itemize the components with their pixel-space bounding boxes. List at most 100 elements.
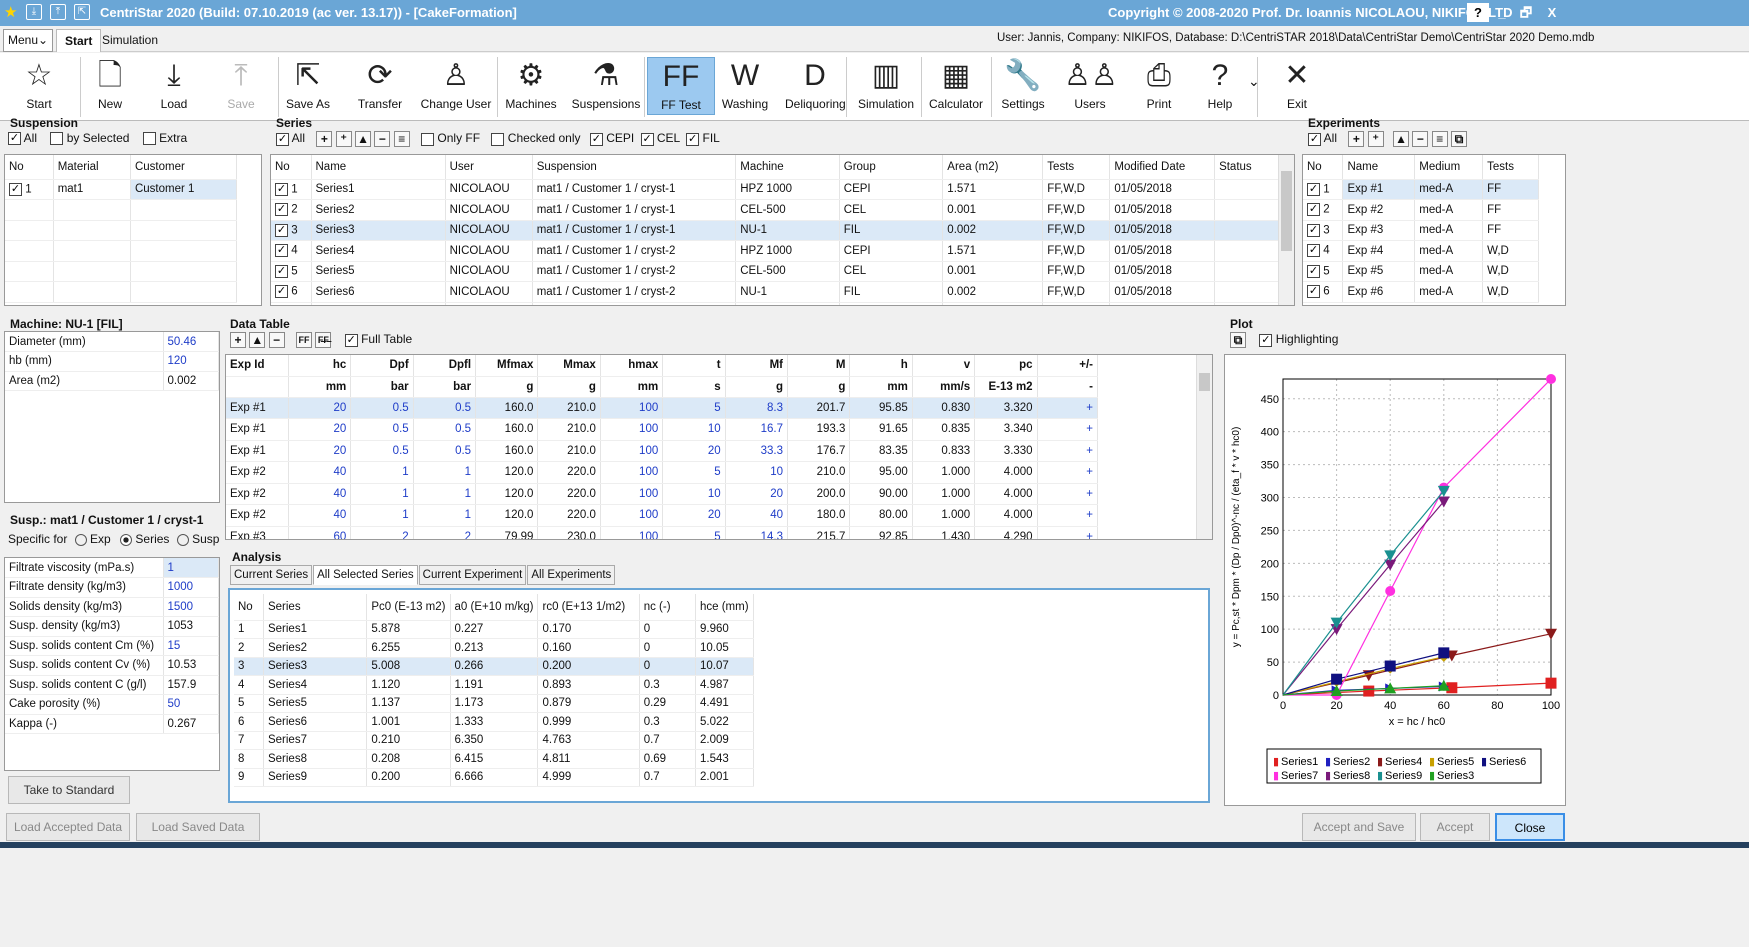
row-checkbox[interactable]: ✓ xyxy=(1307,285,1320,299)
property-value[interactable]: 0.267 xyxy=(163,714,219,734)
full-table-checkbox[interactable]: ✓ xyxy=(344,333,358,347)
table-row[interactable]: Exp #1 20 0.5 0.5 160.0 210.0 100 10 16.7 193.3 91… xyxy=(226,418,1099,441)
quick-save-icon[interactable]: ⤓ xyxy=(26,4,42,20)
table-row[interactable]: 4 Series4 1.120 1.191 0.893 0.3 4.987 xyxy=(234,675,755,695)
add-multiple-icon[interactable]: ⁺ xyxy=(1367,131,1384,147)
table-row[interactable]: ✓ 1 Exp #1 med-A FF xyxy=(1303,179,1539,200)
row-checkbox[interactable]: ✓ xyxy=(275,244,288,258)
deliquoring-button[interactable]: D Deliquoring xyxy=(785,57,846,113)
series-scrollbar[interactable] xyxy=(1278,155,1294,305)
move-up-icon[interactable]: ▲ xyxy=(1393,131,1410,147)
quick-open-icon[interactable]: ⇱ xyxy=(74,4,90,20)
cell[interactable]: + xyxy=(1037,526,1099,539)
help-button[interactable]: ? xyxy=(1467,3,1489,22)
load-button[interactable]: ⤓ Load xyxy=(152,57,196,113)
help-button[interactable]: ? Help xyxy=(1198,57,1242,113)
table-row[interactable]: ✓ 2 Exp #2 med-A FF xyxy=(1303,199,1539,221)
row-checkbox[interactable]: ✓ xyxy=(275,285,288,299)
exit-button[interactable]: ✕ Exit xyxy=(1275,57,1319,113)
extra-checkbox[interactable] xyxy=(142,132,156,146)
only-ff-checkbox[interactable] xyxy=(421,132,435,146)
ff-test-button[interactable]: FF FF Test xyxy=(647,57,715,115)
table-row[interactable]: 9 Series9 0.200 6.666 4.999 0.7 2.001 xyxy=(234,768,755,787)
checked-only-checkbox[interactable] xyxy=(491,132,505,146)
row-checkbox[interactable]: ✓ xyxy=(275,203,288,217)
list-icon[interactable]: ≡ xyxy=(393,131,410,147)
save-as-button[interactable]: ⇱ Save As xyxy=(281,57,335,113)
accept-button[interactable]: Accept xyxy=(1420,813,1490,841)
table-row[interactable]: 1 Series1 5.878 0.227 0.170 0 9.960 xyxy=(234,620,755,639)
add-icon[interactable]: + xyxy=(230,332,246,348)
tab-simulation[interactable]: Simulation xyxy=(94,29,166,52)
table-row[interactable]: ✓ 1 Series1 NICOLAOU mat1 / Customer 1 / cr… xyxy=(271,179,1281,200)
highlighting-checkbox[interactable]: ✓ xyxy=(1259,333,1273,347)
table-row[interactable]: 3 Series3 5.008 0.266 0.200 0 10.07 xyxy=(234,657,755,676)
property-value[interactable]: 50.46 xyxy=(163,332,219,352)
property-value[interactable]: 50 xyxy=(163,694,219,715)
machines-button[interactable]: ⚙ Machines xyxy=(503,57,559,113)
suspensions-button[interactable]: ⚗ Suspensions xyxy=(570,57,642,113)
analysis-tab[interactable]: Current Experiment xyxy=(418,565,527,585)
suspension-all-checkbox[interactable]: ✓ xyxy=(8,132,21,146)
cell[interactable]: + xyxy=(1037,504,1099,527)
table-row[interactable]: Exp #1 20 0.5 0.5 160.0 210.0 100 5 8.3 201.7 95.8… xyxy=(226,397,1099,419)
row-checkbox[interactable]: ✓ xyxy=(1307,203,1320,217)
row-checkbox[interactable]: ✓ xyxy=(1307,264,1320,278)
row-checkbox[interactable]: ✓ xyxy=(275,264,288,278)
table-row[interactable]: ✓ 3 Series3 NICOLAOU mat1 / Customer 1 / cr… xyxy=(271,220,1281,241)
table-row[interactable]: Exp #2 40 1 1 120.0 220.0 100 5 10 210.0 95.00 1.00… xyxy=(226,461,1099,484)
cell[interactable]: + xyxy=(1037,483,1099,505)
cell[interactable]: + xyxy=(1037,440,1099,462)
cepi-checkbox[interactable]: ✓ xyxy=(589,132,603,146)
list-icon[interactable]: ≡ xyxy=(1431,131,1448,147)
radio-susp[interactable] xyxy=(176,533,189,546)
table-row[interactable]: ✓ 6 Exp #6 med-A W,D xyxy=(1303,281,1539,303)
datatable-scrollbar[interactable] xyxy=(1196,355,1212,539)
cell[interactable]: + xyxy=(1037,397,1099,419)
add-multiple-icon[interactable]: ⁺ xyxy=(335,131,352,147)
simulation-button[interactable]: ▥ Simulation xyxy=(853,57,919,113)
row-checkbox[interactable]: ✓ xyxy=(1307,223,1320,237)
property-value[interactable]: 1000 xyxy=(163,577,219,598)
main-menu-button[interactable]: Menu⌄ xyxy=(3,29,54,52)
row-checkbox[interactable]: ✓ xyxy=(275,223,288,237)
restore-button[interactable]: 🗗 xyxy=(1515,3,1537,22)
remove-icon[interactable]: − xyxy=(1412,131,1429,147)
property-value[interactable]: 1053 xyxy=(163,616,219,637)
ff-icon[interactable]: FF xyxy=(296,332,313,348)
table-row[interactable]: Exp #1 20 0.5 0.5 160.0 210.0 100 20 33.3 176.7 83… xyxy=(226,440,1099,462)
property-value[interactable]: 120 xyxy=(163,351,219,372)
table-row[interactable]: ✓ 1 mat1 Customer 1 xyxy=(5,179,238,200)
table-row[interactable]: 5 Series5 1.137 1.173 0.879 0.29 4.491 xyxy=(234,694,755,713)
cel-checkbox[interactable]: ✓ xyxy=(640,132,654,146)
settings-button[interactable]: 🔧 Settings xyxy=(996,57,1050,113)
chevron-down-icon[interactable]: ⌄ xyxy=(1248,73,1260,90)
table-row[interactable]: ✓ 2 Series2 NICOLAOU mat1 / Customer 1 / cr… xyxy=(271,199,1281,221)
load-accepted-data-button[interactable]: Load Accepted Data xyxy=(6,813,130,841)
add-icon[interactable]: + xyxy=(316,131,333,147)
remove-icon[interactable]: − xyxy=(268,332,285,348)
copy-plot-icon[interactable]: ⧉ xyxy=(1230,332,1246,348)
cell[interactable]: + xyxy=(1037,418,1099,441)
by-selected-checkbox[interactable] xyxy=(50,132,64,146)
save-button[interactable]: ⤒ Save xyxy=(219,57,263,113)
table-row[interactable]: Exp #2 40 1 1 120.0 220.0 100 10 20 200.0 90.00 1.0… xyxy=(226,483,1099,505)
row-checkbox[interactable]: ✓ xyxy=(1307,244,1320,258)
table-row[interactable]: ✓ 4 Series4 NICOLAOU mat1 / Customer 1 / cr… xyxy=(271,240,1281,262)
move-up-icon[interactable]: ▲ xyxy=(249,332,266,348)
transfer-button[interactable]: ⟳ Transfer xyxy=(352,57,408,113)
row-checkbox[interactable]: ✓ xyxy=(9,182,22,196)
table-row[interactable]: ✓ 7Series7NICOLAOUmat1 / Customer 1 / cr… xyxy=(271,302,1281,305)
property-value[interactable]: 15 xyxy=(163,636,219,656)
new-button[interactable]: 🗋 New xyxy=(90,57,130,113)
analysis-tab[interactable]: Current Series xyxy=(230,565,313,585)
row-checkbox[interactable]: ✓ xyxy=(1307,182,1320,196)
table-row[interactable]: 8 Series8 0.208 6.415 4.811 0.69 1.543 xyxy=(234,749,755,769)
move-up-icon[interactable]: ▲ xyxy=(355,131,372,147)
calculator-button[interactable]: ▦ Calculator xyxy=(926,57,986,113)
radio-series[interactable] xyxy=(120,533,133,546)
table-row[interactable]: 6 Series6 1.001 1.333 0.999 0.3 5.022 xyxy=(234,712,755,732)
washing-button[interactable]: W Washing xyxy=(717,57,773,113)
table-row[interactable]: ✓ 4 Exp #4 med-A W,D xyxy=(1303,240,1539,262)
change-user-button[interactable]: ♙ Change User xyxy=(418,57,494,113)
